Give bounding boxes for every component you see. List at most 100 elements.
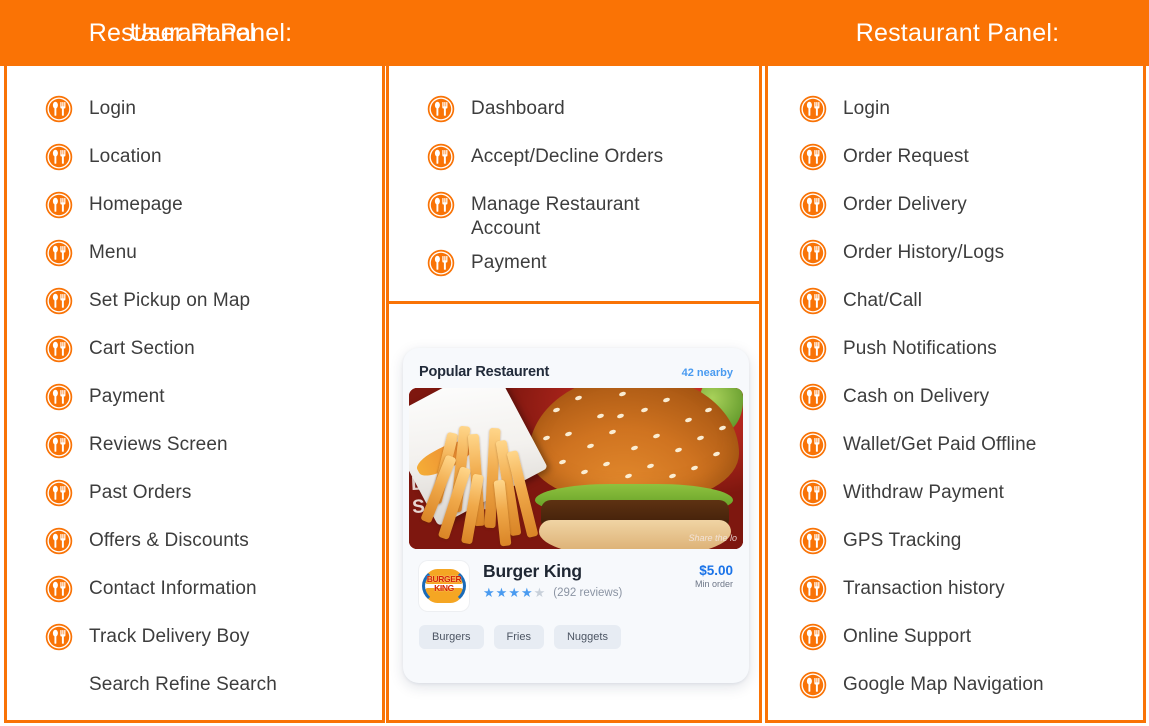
delivery-panel-item-label: Google Map Navigation <box>843 674 1044 695</box>
cutlery-icon <box>45 95 73 123</box>
user-panel-item-label: Login <box>89 98 136 119</box>
cutlery-icon <box>799 431 827 459</box>
cutlery-icon <box>799 287 827 315</box>
cutlery-icon <box>45 383 73 411</box>
user-panel-item-label: Location <box>89 146 162 167</box>
delivery-panel-item-online-support[interactable]: Online Support <box>768 615 1143 663</box>
popular-restaurant-card[interactable]: Popular Restaurent 42 nearby GRILLESERVA… <box>403 348 749 683</box>
cutlery-icon <box>45 239 73 267</box>
cutlery-icon <box>45 143 73 171</box>
delivery-panel-item-transaction-history[interactable]: Transaction history <box>768 567 1143 615</box>
restaurant-panel-title: Restaurant Panel: <box>88 19 293 47</box>
cutlery-icon <box>799 671 827 699</box>
cutlery-icon <box>427 191 455 219</box>
cutlery-icon <box>799 671 827 699</box>
cutlery-icon <box>427 249 455 277</box>
cutlery-icon <box>799 623 827 651</box>
cutlery-icon <box>799 287 827 315</box>
restaurant-panel: Dashboard Accept/Decline Orders Manage Res… <box>386 63 762 304</box>
min-order-label: Min order <box>694 579 733 589</box>
user-panel-item-label: Reviews Screen <box>89 434 228 455</box>
user-panel-item-set-pickup-on-map[interactable]: Set Pickup on Map <box>7 279 382 327</box>
restaurant-panel-item-label: Dashboard <box>471 98 565 119</box>
cuisine-tag[interactable]: Fries <box>493 625 544 649</box>
user-panel-item-past-orders[interactable]: Past Orders <box>7 471 382 519</box>
delivery-panel-item-order-delivery[interactable]: Order Delivery <box>768 183 1143 231</box>
user-panel-item-track-delivery-boy[interactable]: Track Delivery Boy <box>7 615 382 663</box>
cutlery-icon <box>799 335 827 363</box>
user-panel-item-contact-information[interactable]: Contact Information <box>7 567 382 615</box>
delivery-panel-item-google-map-navigation[interactable]: Google Map Navigation <box>768 663 1143 711</box>
cutlery-icon <box>45 335 73 363</box>
user-panel-item-payment[interactable]: Payment <box>7 375 382 423</box>
delivery-panel-list: Login Order Request Order Delivery Order Hi… <box>768 66 1143 711</box>
cutlery-icon <box>427 143 455 171</box>
cutlery-icon <box>799 143 827 171</box>
delivery-panel-item-label: GPS Tracking <box>843 530 962 551</box>
cutlery-icon <box>799 95 827 123</box>
logo-wordmark: BURGER KING <box>426 574 462 593</box>
delivery-panel-item-order-request[interactable]: Order Request <box>768 135 1143 183</box>
cuisine-tag-list: Burgers Fries Nuggets <box>403 611 749 649</box>
delivery-panel-item-label: Order History/Logs <box>843 242 1005 263</box>
user-panel-item-cart-section[interactable]: Cart Section <box>7 327 382 375</box>
delivery-panel-item-cash-on-delivery[interactable]: Cash on Delivery <box>768 375 1143 423</box>
nearby-count-link[interactable]: 42 nearby <box>682 367 733 379</box>
delivery-panel-title: Restaurant Panel: <box>855 19 1060 47</box>
delivery-panel-item-order-history-logs[interactable]: Order History/Logs <box>768 231 1143 279</box>
delivery-panel-item-chat-call[interactable]: Chat/Call <box>768 279 1143 327</box>
cutlery-icon <box>427 249 455 277</box>
cutlery-icon <box>45 383 73 411</box>
delivery-panel-item-gps-tracking[interactable]: GPS Tracking <box>768 519 1143 567</box>
cutlery-icon <box>45 191 73 219</box>
user-panel-item-reviews-screen[interactable]: Reviews Screen <box>7 423 382 471</box>
delivery-panel-item-label: Login <box>843 98 890 119</box>
user-panel-item-offers-discounts[interactable]: Offers & Discounts <box>7 519 382 567</box>
cutlery-icon <box>799 623 827 651</box>
restaurant-photo: GRILLESERVAT <box>409 388 743 549</box>
delivery-panel-item-label: Cash on Delivery <box>843 386 990 407</box>
delivery-panel: Login Order Request Order Delivery Order Hi… <box>765 63 1146 723</box>
cutlery-icon <box>799 191 827 219</box>
cuisine-tag[interactable]: Nuggets <box>553 625 621 649</box>
delivery-panel-item-wallet-get-paid-offline[interactable]: Wallet/Get Paid Offline <box>768 423 1143 471</box>
restaurant-panel-item-label: Manage Restaurant Account <box>471 194 640 239</box>
cutlery-icon <box>45 239 73 267</box>
delivery-panel-item-label: Order Request <box>843 146 969 167</box>
restaurant-panel-item-payment[interactable]: Payment <box>389 241 759 289</box>
user-panel-item-label: Set Pickup on Map <box>89 290 251 311</box>
cutlery-icon <box>799 527 827 555</box>
cutlery-icon <box>45 575 73 603</box>
restaurant-panel-item-dashboard[interactable]: Dashboard <box>389 87 759 135</box>
restaurant-panel-item-label: Payment <box>471 252 547 273</box>
cutlery-icon <box>799 479 827 507</box>
cuisine-tag[interactable]: Burgers <box>419 625 484 649</box>
delivery-panel-item-push-notifications[interactable]: Push Notifications <box>768 327 1143 375</box>
delivery-panel-item-label: Chat/Call <box>843 290 923 311</box>
cutlery-icon <box>45 479 73 507</box>
user-panel-item-search-refine-search[interactable]: Search Refine Search <box>7 663 382 711</box>
delivery-panel-item-label: Order Delivery <box>843 194 967 215</box>
cutlery-icon <box>427 95 455 123</box>
reviews-count: (292 reviews) <box>553 586 623 599</box>
restaurant-panel-item-manage-restaurant-account[interactable]: Manage Restaurant Account <box>389 183 759 241</box>
delivery-panel-item-withdraw-payment[interactable]: Withdraw Payment <box>768 471 1143 519</box>
cutlery-icon <box>45 143 73 171</box>
cutlery-icon <box>427 95 455 123</box>
user-panel-item-homepage[interactable]: Homepage <box>7 183 382 231</box>
cutlery-icon <box>799 383 827 411</box>
user-panel-item-menu[interactable]: Menu <box>7 231 382 279</box>
user-panel-item-label: Contact Information <box>89 578 257 599</box>
user-panel-item-location[interactable]: Location <box>7 135 382 183</box>
restaurant-panel-item-accept-decline-orders[interactable]: Accept/Decline Orders <box>389 135 759 183</box>
cutlery-icon <box>799 191 827 219</box>
star-rating-icon: ★★★★★ <box>483 585 547 600</box>
user-panel-item-label: Offers & Discounts <box>89 530 249 551</box>
delivery-panel-item-label: Withdraw Payment <box>843 482 1005 503</box>
cutlery-icon <box>45 479 73 507</box>
delivery-panel-item-login[interactable]: Login <box>768 87 1143 135</box>
restaurant-panel-list: Dashboard Accept/Decline Orders Manage Res… <box>389 66 759 289</box>
cutlery-icon <box>45 623 73 651</box>
user-panel-item-login[interactable]: Login <box>7 87 382 135</box>
cutlery-icon <box>799 239 827 267</box>
